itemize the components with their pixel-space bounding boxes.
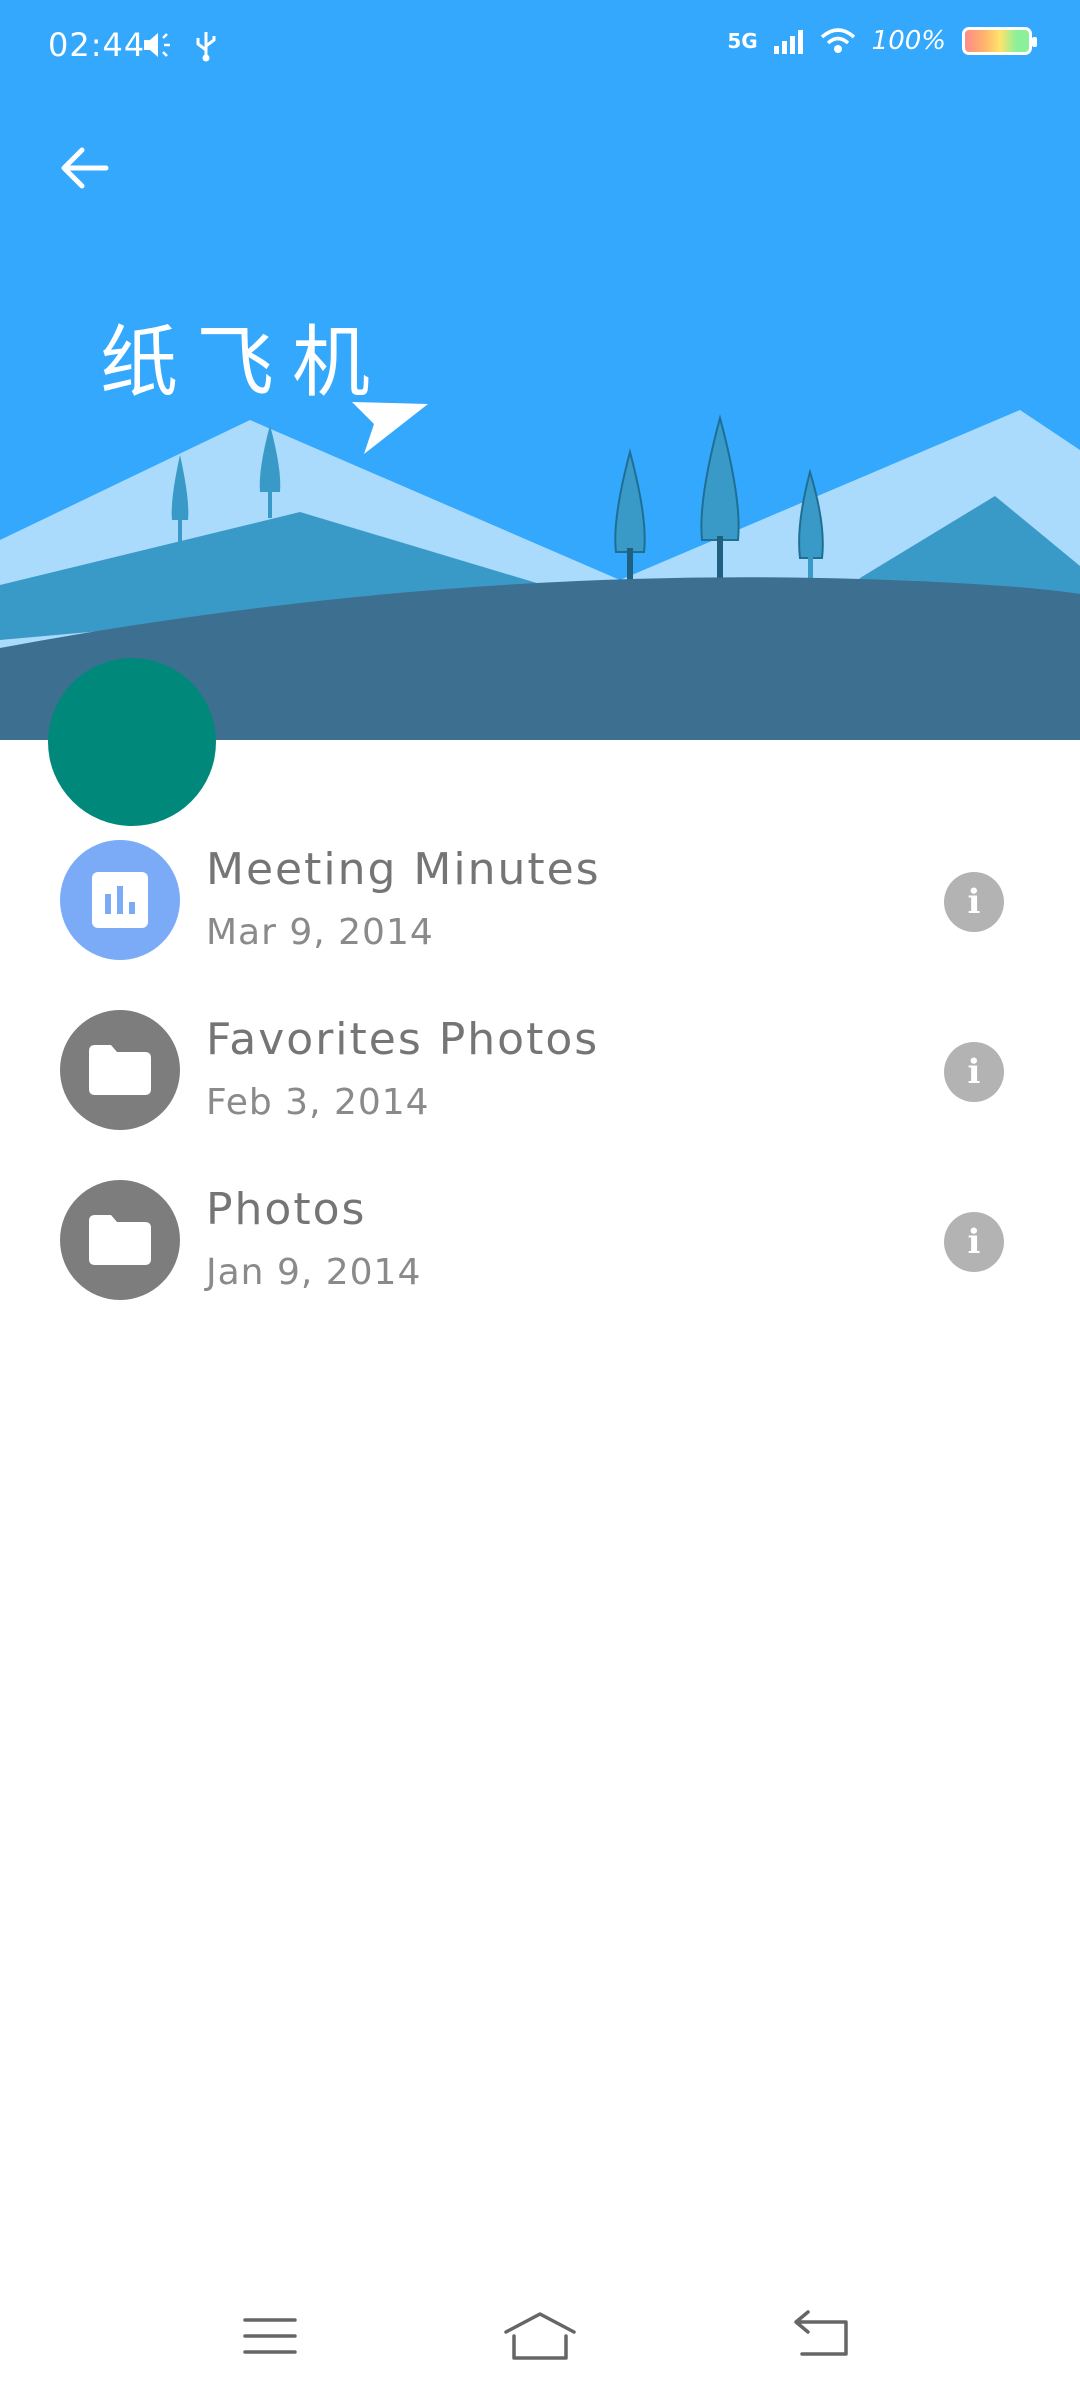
chart-icon bbox=[92, 872, 148, 928]
avatar[interactable] bbox=[48, 658, 216, 826]
signal-icon bbox=[773, 30, 803, 54]
list-item[interactable]: Photos Jan 9, 2014 i bbox=[0, 1174, 1080, 1344]
system-nav-bar bbox=[0, 2280, 1080, 2400]
battery-percent: 100% bbox=[871, 26, 946, 56]
app-title: 纸飞机 bbox=[100, 318, 389, 408]
item-date: Jan 9, 2014 bbox=[206, 1252, 422, 1293]
back-arrow-button[interactable] bbox=[52, 136, 116, 200]
battery-icon bbox=[962, 27, 1037, 55]
info-icon[interactable]: i bbox=[944, 872, 1004, 932]
item-title: Favorites Photos bbox=[206, 1014, 600, 1065]
usb-icon bbox=[196, 32, 216, 62]
info-icon[interactable]: i bbox=[944, 1042, 1004, 1102]
item-icon-circle bbox=[60, 840, 180, 960]
back-icon[interactable] bbox=[780, 2306, 860, 2366]
item-date: Mar 9, 2014 bbox=[206, 912, 434, 953]
wifi-icon bbox=[820, 28, 855, 53]
item-icon-circle bbox=[60, 1180, 180, 1300]
file-list: Meeting Minutes Mar 9, 2014 i Favorites … bbox=[0, 834, 1080, 1344]
header-banner: 02:44 5G 100% 纸飞机 bbox=[0, 0, 1080, 740]
info-icon[interactable]: i bbox=[944, 1212, 1004, 1272]
folder-icon bbox=[89, 1045, 151, 1095]
status-bar: 02:44 5G 100% bbox=[0, 0, 1080, 100]
item-date: Feb 3, 2014 bbox=[206, 1082, 430, 1123]
item-title: Photos bbox=[206, 1184, 367, 1235]
item-title: Meeting Minutes bbox=[206, 844, 601, 895]
menu-icon[interactable] bbox=[230, 2306, 310, 2366]
folder-icon bbox=[89, 1215, 151, 1265]
network-type: 5G bbox=[727, 29, 758, 53]
status-time: 02:44 bbox=[48, 26, 146, 64]
list-item[interactable]: Meeting Minutes Mar 9, 2014 i bbox=[0, 834, 1080, 1004]
list-item[interactable]: Favorites Photos Feb 3, 2014 i bbox=[0, 1004, 1080, 1174]
paper-plane-icon bbox=[352, 402, 428, 454]
item-icon-circle bbox=[60, 1010, 180, 1130]
mute-icon bbox=[144, 33, 170, 57]
home-icon[interactable] bbox=[500, 2306, 580, 2366]
